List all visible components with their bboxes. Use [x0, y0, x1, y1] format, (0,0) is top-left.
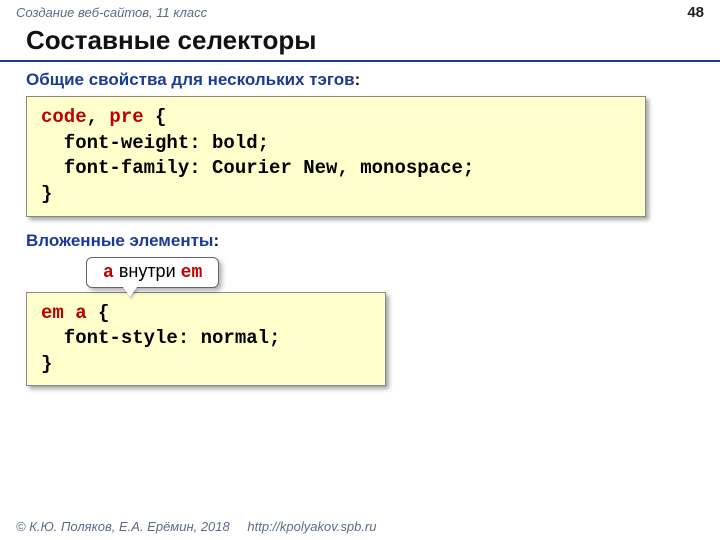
- section1-heading-text: Общие свойства для нескольких тэгов: [26, 70, 355, 89]
- space: [64, 302, 75, 324]
- brace-open: {: [144, 106, 167, 128]
- footer-copyright: © К.Ю. Поляков, Е.А. Ерёмин, 2018: [16, 519, 230, 534]
- brace-open-2: {: [87, 302, 110, 324]
- brace-close: }: [41, 183, 52, 205]
- section1-colon: :: [355, 70, 361, 89]
- selector-em: em: [41, 302, 64, 324]
- page-number: 48: [687, 4, 704, 21]
- callout-a: a: [103, 263, 114, 283]
- section2-heading-text: Вложенные элементы: [26, 231, 213, 250]
- code1-line1: font-weight: bold;: [41, 132, 269, 154]
- slide-title: Составные селекторы: [0, 23, 720, 62]
- selector-code: code: [41, 106, 87, 128]
- callout-em: em: [181, 263, 203, 283]
- selector-a: a: [75, 302, 86, 324]
- comma: ,: [87, 106, 110, 128]
- nested-example: a внутри em em a { font-style: normal; }: [26, 257, 694, 387]
- code-block-2: em a { font-style: normal; }: [26, 292, 386, 387]
- brace-close-2: }: [41, 353, 52, 375]
- code1-line2: font-family: Courier New, monospace;: [41, 157, 474, 179]
- section2-colon: :: [213, 231, 219, 250]
- slide-content: Общие свойства для нескольких тэгов: cod…: [0, 70, 720, 386]
- section2-heading: Вложенные элементы:: [26, 231, 694, 251]
- slide-footer: © К.Ю. Поляков, Е.А. Ерёмин, 2018 http:/…: [16, 519, 376, 534]
- section1-heading: Общие свойства для нескольких тэгов:: [26, 70, 694, 90]
- code2-line1: font-style: normal;: [41, 327, 280, 349]
- slide-header: Создание веб-сайтов, 11 класс 48: [0, 0, 720, 23]
- selector-pre: pre: [109, 106, 143, 128]
- course-name: Создание веб-сайтов, 11 класс: [16, 5, 207, 20]
- code-block-1: code, pre { font-weight: bold; font-fami…: [26, 96, 646, 217]
- footer-url: http://kpolyakov.spb.ru: [247, 519, 376, 534]
- callout-bubble: a внутри em: [86, 257, 219, 288]
- callout-mid: внутри: [114, 261, 181, 281]
